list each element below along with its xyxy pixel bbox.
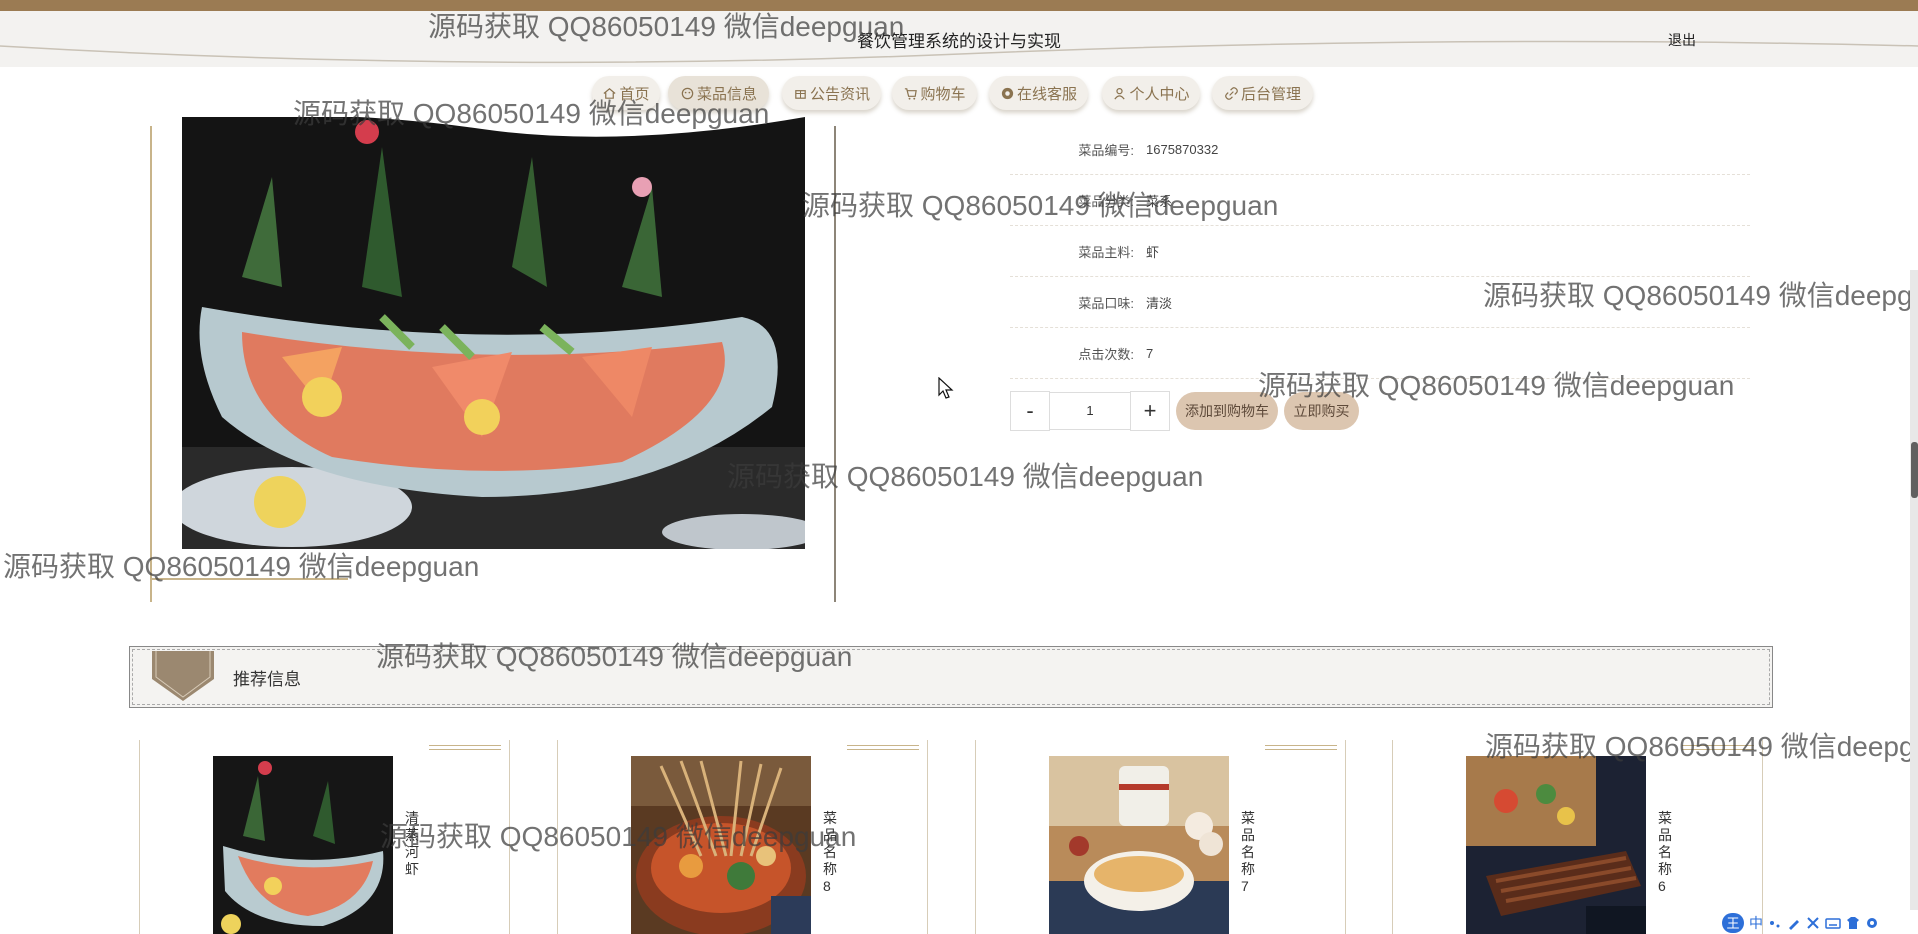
dish-main-image bbox=[182, 117, 805, 549]
add-to-cart-button[interactable]: 添加到购物车 bbox=[1176, 392, 1278, 430]
attr-label: 菜品口味: bbox=[1078, 295, 1134, 311]
ime-pen-icon[interactable] bbox=[1787, 916, 1801, 930]
image-frame-left-line bbox=[150, 126, 152, 602]
card-border-right bbox=[1762, 740, 1763, 934]
image-frame-right-line bbox=[834, 126, 836, 602]
card-border-left bbox=[557, 740, 558, 934]
home-icon bbox=[603, 87, 616, 99]
user-icon bbox=[1114, 87, 1126, 99]
recommend-header-dashed-border bbox=[132, 649, 1770, 705]
card-top-decoration bbox=[429, 749, 501, 750]
card-top-decoration bbox=[1265, 749, 1337, 750]
card-border-left bbox=[975, 740, 976, 934]
ime-settings-icon[interactable] bbox=[1865, 916, 1879, 930]
ime-keyboard-icon[interactable] bbox=[1825, 916, 1841, 930]
ime-mode-label[interactable]: 中 bbox=[1749, 913, 1763, 933]
quantity-stepper: - 1 + 添加到购物车 立即购买 bbox=[1010, 391, 1359, 431]
recommend-card-name: 菜品名称6 bbox=[1658, 810, 1672, 894]
ime-skin-icon[interactable] bbox=[1846, 916, 1860, 930]
nav-item-label: 后台管理 bbox=[1240, 85, 1301, 103]
dish-attributes: 菜品编号: 1675870332 菜品分类: 菜系 菜品主料: 虾 菜品口味: … bbox=[1010, 124, 1750, 379]
recommend-card[interactable]: 清蒸河虾 bbox=[139, 740, 557, 934]
card-border-right bbox=[927, 740, 928, 934]
nav-item-dishes[interactable]: 菜品信息 bbox=[668, 76, 769, 110]
attr-row-dish-id: 菜品编号: 1675870332 bbox=[1010, 124, 1750, 175]
image-frame-bottom-line bbox=[152, 578, 348, 580]
recommend-card-name: 菜品名称7 bbox=[1241, 810, 1255, 894]
card-border-left bbox=[139, 740, 140, 934]
card-top-decoration bbox=[1682, 749, 1754, 750]
nav-item-online-service[interactable]: 在线客服 bbox=[989, 76, 1088, 110]
nav-item-admin[interactable]: 后台管理 bbox=[1212, 76, 1313, 110]
recommend-card-name: 菜品名称8 bbox=[823, 810, 837, 894]
attr-label: 菜品编号: bbox=[1078, 142, 1134, 158]
vertical-scrollbar[interactable] bbox=[1910, 270, 1918, 910]
attr-value: 菜系 bbox=[1146, 193, 1173, 209]
card-border-right bbox=[509, 740, 510, 934]
recommend-section-header: 推荐信息 bbox=[129, 646, 1773, 708]
logout-link[interactable]: 退出 bbox=[1668, 30, 1696, 50]
nav-item-label: 在线客服 bbox=[1016, 85, 1077, 103]
mouse-cursor-icon bbox=[938, 377, 954, 399]
recommend-section-title: 推荐信息 bbox=[233, 670, 301, 689]
attr-label: 点击次数: bbox=[1078, 346, 1134, 362]
ime-logo-icon[interactable]: 王 bbox=[1722, 912, 1744, 933]
quantity-decrease-button[interactable]: - bbox=[1010, 391, 1050, 431]
link-icon bbox=[1225, 86, 1238, 100]
quantity-input[interactable]: 1 bbox=[1050, 392, 1130, 430]
attr-row-category: 菜品分类: 菜系 bbox=[1010, 175, 1750, 226]
card-top-decoration bbox=[1265, 745, 1337, 746]
ime-toolbar: 王 中 bbox=[1722, 911, 1918, 934]
nav-item-cart[interactable]: 购物车 bbox=[892, 76, 977, 110]
top-accent-bar bbox=[0, 0, 1918, 11]
recommend-card-image bbox=[631, 756, 811, 934]
attr-value: 清淡 bbox=[1146, 295, 1173, 311]
recommend-card-image bbox=[1049, 756, 1229, 934]
recommend-card-image bbox=[213, 756, 393, 934]
attr-label: 菜品主料: bbox=[1078, 244, 1134, 260]
attr-value: 7 bbox=[1146, 345, 1154, 361]
recommend-card[interactable]: 菜品名称7 bbox=[975, 740, 1393, 934]
card-top-decoration bbox=[429, 745, 501, 746]
recommend-card-image bbox=[1466, 756, 1646, 934]
card-top-decoration bbox=[847, 745, 919, 746]
quantity-increase-button[interactable]: + bbox=[1130, 391, 1170, 431]
recommend-card-name: 清蒸河虾 bbox=[405, 810, 419, 877]
scrollbar-thumb[interactable] bbox=[1911, 442, 1918, 498]
nav-item-home[interactable]: 首页 bbox=[592, 76, 660, 110]
attr-row-main-ingredient: 菜品主料: 虾 bbox=[1010, 226, 1750, 277]
dish-icon bbox=[681, 87, 694, 99]
ime-scissors-icon[interactable] bbox=[1806, 916, 1820, 930]
news-icon bbox=[795, 89, 806, 99]
card-top-decoration bbox=[1682, 745, 1754, 746]
attr-label: 菜品分类: bbox=[1078, 193, 1134, 209]
nav-item-news[interactable]: 公告资讯 bbox=[782, 76, 881, 110]
nav-item-label: 购物车 bbox=[920, 85, 966, 103]
attr-row-flavor: 菜品口味: 清淡 bbox=[1010, 277, 1750, 328]
buy-now-button[interactable]: 立即购买 bbox=[1284, 392, 1359, 430]
card-border-right bbox=[1345, 740, 1346, 934]
recommend-badge-icon bbox=[152, 651, 214, 701]
attr-value: 虾 bbox=[1146, 244, 1160, 260]
card-border-left bbox=[1392, 740, 1393, 934]
attr-row-click-count: 点击次数: 7 bbox=[1010, 328, 1750, 379]
card-top-decoration bbox=[847, 749, 919, 750]
main-nav: 首页 菜品信息 公告资讯 购物车 在线客服 个人中心 后台管理 bbox=[0, 76, 1918, 116]
nav-item-label: 个人中心 bbox=[1129, 85, 1190, 103]
site-title: 餐饮管理系统的设计与实现 bbox=[857, 32, 1061, 51]
chat-icon bbox=[1001, 87, 1014, 99]
nav-item-profile[interactable]: 个人中心 bbox=[1102, 76, 1200, 110]
ime-punctuation-icon[interactable] bbox=[1768, 916, 1782, 930]
recommend-card[interactable]: 菜品名称6 bbox=[1392, 740, 1810, 934]
nav-item-label: 公告资讯 bbox=[809, 85, 870, 103]
recommend-card[interactable]: 菜品名称8 bbox=[557, 740, 975, 934]
attr-value: 1675870332 bbox=[1146, 141, 1219, 157]
nav-item-label: 首页 bbox=[619, 85, 650, 103]
nav-item-label: 菜品信息 bbox=[696, 85, 757, 103]
cart-icon bbox=[905, 87, 918, 100]
